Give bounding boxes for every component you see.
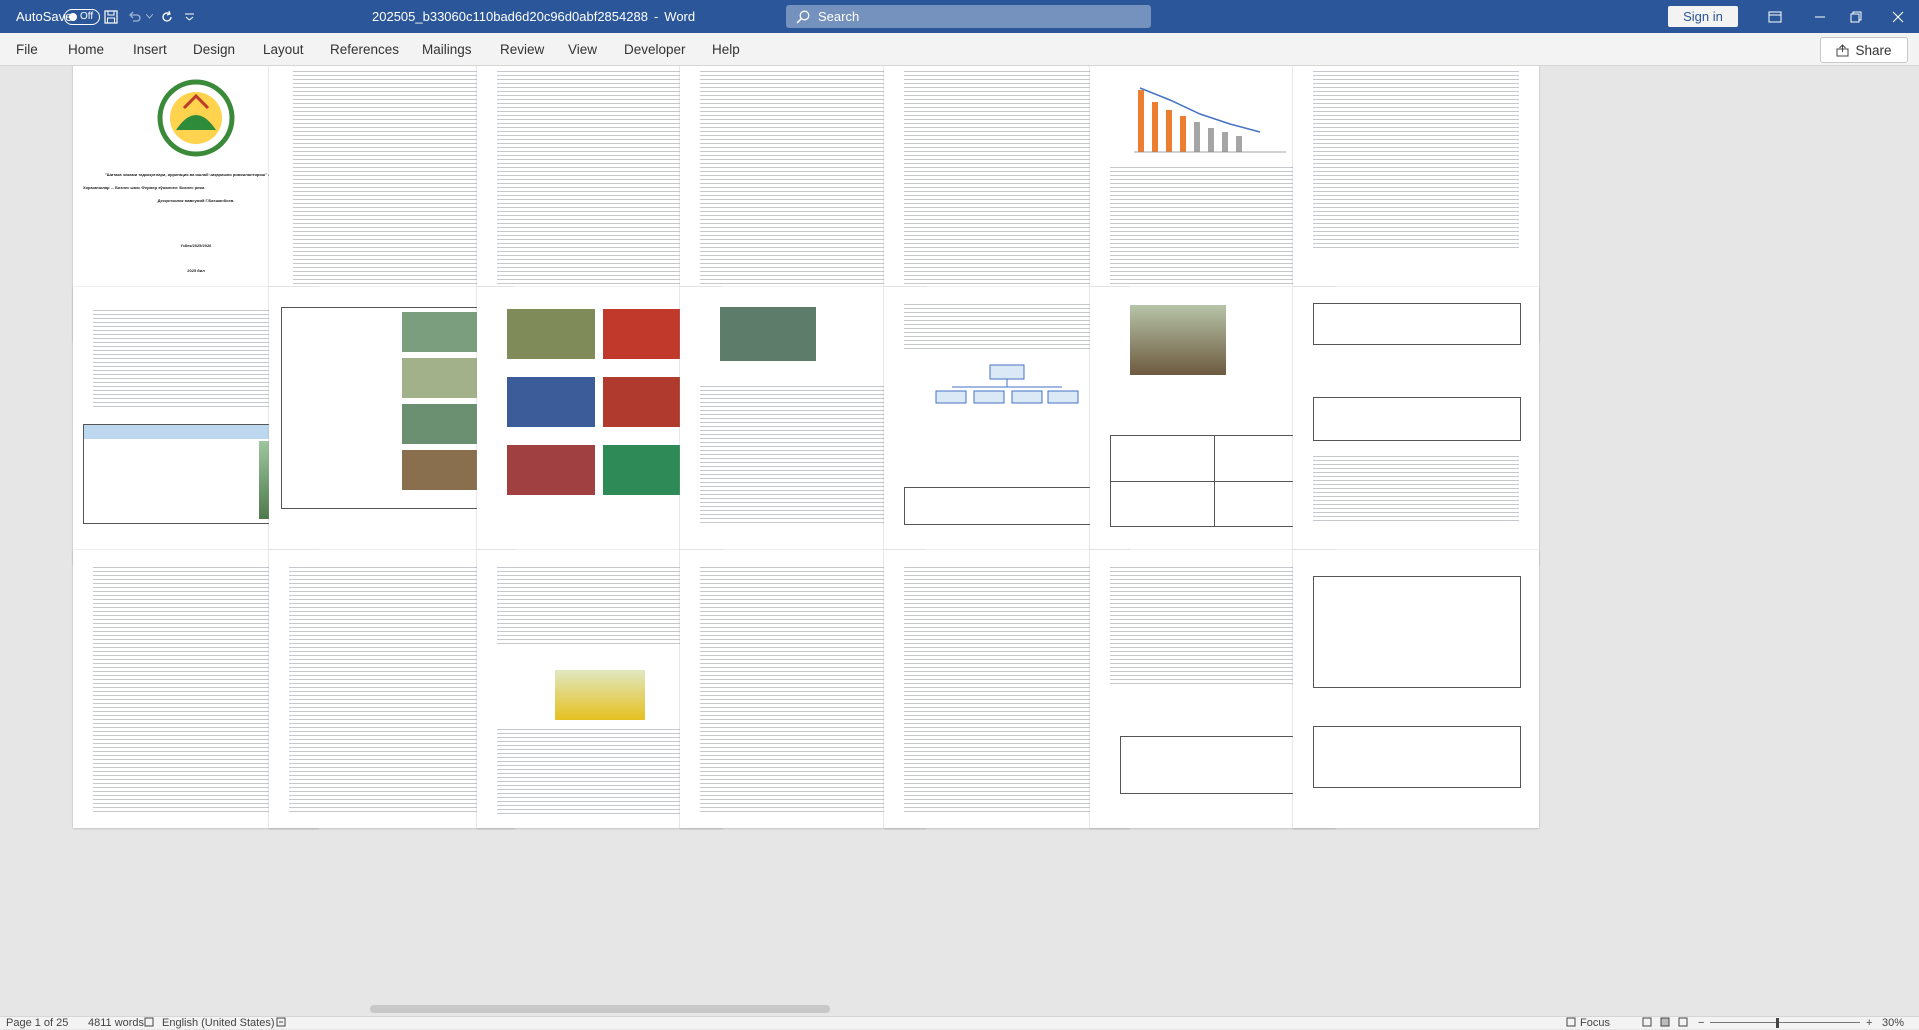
minimize-icon[interactable] [1814, 0, 1826, 33]
tab-developer[interactable]: Developer [624, 33, 686, 65]
page-21[interactable] [1293, 550, 1539, 828]
p21-table-2 [1313, 726, 1521, 788]
web-layout-icon[interactable] [1678, 1017, 1688, 1029]
ribbon-tabs: File Home Insert Design Layout Reference… [0, 33, 1919, 66]
p10-image-grid [507, 309, 693, 509]
zoom-slider[interactable] [1710, 1022, 1860, 1023]
share-icon [1836, 43, 1849, 57]
redo-icon[interactable] [160, 0, 174, 33]
tab-mailings[interactable]: Mailings [422, 33, 472, 65]
maximize-icon[interactable] [1850, 0, 1862, 33]
p14-table [1313, 303, 1521, 345]
page-count[interactable]: Page 1 of 25 [6, 1017, 68, 1029]
p20-table [1120, 736, 1308, 794]
zoom-out-button[interactable]: − [1698, 1017, 1704, 1029]
p16-text-block [289, 564, 495, 814]
save-icon[interactable] [104, 0, 118, 33]
p17-text-block-2 [497, 726, 703, 816]
tab-layout[interactable]: Layout [263, 33, 304, 65]
sign-in-button[interactable]: Sign in [1668, 6, 1738, 27]
p11-text-block [700, 383, 906, 523]
horizontal-scrollbar[interactable] [0, 1003, 1919, 1015]
search-box[interactable]: Search [786, 5, 1151, 28]
p12-org-chart [934, 363, 1080, 423]
app-name: Word [664, 9, 696, 24]
title-bar: AutoSave Off 202505_b33060c110bad6d20c96… [0, 0, 1919, 33]
p17-image [555, 670, 645, 720]
share-label: Share [1855, 42, 1892, 58]
p7-text-block [1313, 68, 1519, 248]
p6-bar-chart [1130, 70, 1290, 160]
p19-text-block [904, 564, 1110, 814]
zoom-in-button[interactable]: + [1866, 1017, 1872, 1029]
tab-design[interactable]: Design [193, 33, 235, 65]
p17-text-block [497, 564, 703, 644]
p3-text-block [497, 68, 703, 298]
p11-image [720, 307, 816, 361]
p21-table [1313, 576, 1521, 688]
p12-table [904, 487, 1112, 525]
p4-text-block [700, 68, 906, 298]
tab-references[interactable]: References [330, 33, 399, 65]
company-logo [146, 78, 246, 158]
p20-text-block [1110, 564, 1316, 684]
focus-icon[interactable] [1566, 1017, 1576, 1029]
language-indicator[interactable]: English (United States) [162, 1017, 275, 1029]
undo-dropdown-icon[interactable] [146, 0, 153, 33]
p14-table-2 [1313, 397, 1521, 441]
p18-text-block [700, 564, 906, 814]
close-icon[interactable] [1892, 0, 1904, 33]
read-mode-icon[interactable] [1642, 1017, 1652, 1029]
document-canvas[interactable]: "Шитака чиками тадкиқотлари, ирригация в… [0, 66, 1919, 1016]
tab-view[interactable]: View [568, 33, 597, 65]
tab-review[interactable]: Review [500, 33, 544, 65]
p13-swot-table [1110, 435, 1318, 527]
customize-qat-icon[interactable] [185, 0, 194, 33]
p12-text-block [904, 301, 1110, 351]
proofing-icon[interactable] [144, 1017, 154, 1029]
zoom-level[interactable]: 30% [1882, 1017, 1904, 1029]
p5-text-block [904, 68, 1110, 298]
page-14[interactable] [1293, 287, 1539, 565]
tab-insert[interactable]: Insert [133, 33, 167, 65]
autosave-state: Off [80, 10, 94, 22]
macro-icon[interactable] [276, 1017, 286, 1029]
share-button[interactable]: Share [1820, 37, 1908, 63]
focus-button[interactable]: Focus [1580, 1017, 1610, 1029]
document-title: 202505_b33060c110bad6d20c96d0abf2854288 [372, 9, 648, 24]
print-layout-icon[interactable] [1660, 1017, 1670, 1029]
tab-help[interactable]: Help [712, 33, 740, 65]
word-count[interactable]: 4811 words [88, 1017, 144, 1029]
p14-text-block [1313, 453, 1519, 523]
scroll-thumb[interactable] [370, 1005, 830, 1013]
undo-icon[interactable] [128, 0, 142, 33]
p6-text-block [1110, 164, 1316, 304]
autosave-toggle[interactable]: Off [64, 0, 100, 33]
status-bar: Page 1 of 25 4811 words English (United … [0, 1016, 1919, 1029]
tab-home[interactable]: Home [68, 33, 104, 65]
search-placeholder: Search [818, 9, 860, 24]
search-icon [796, 10, 810, 24]
p2-text-block [293, 68, 493, 298]
p9-table [281, 307, 505, 509]
tab-file[interactable]: File [16, 33, 38, 65]
zoom-slider-thumb[interactable] [1776, 1018, 1779, 1028]
ribbon-display-icon[interactable] [1768, 0, 1782, 33]
p13-image [1130, 305, 1226, 375]
